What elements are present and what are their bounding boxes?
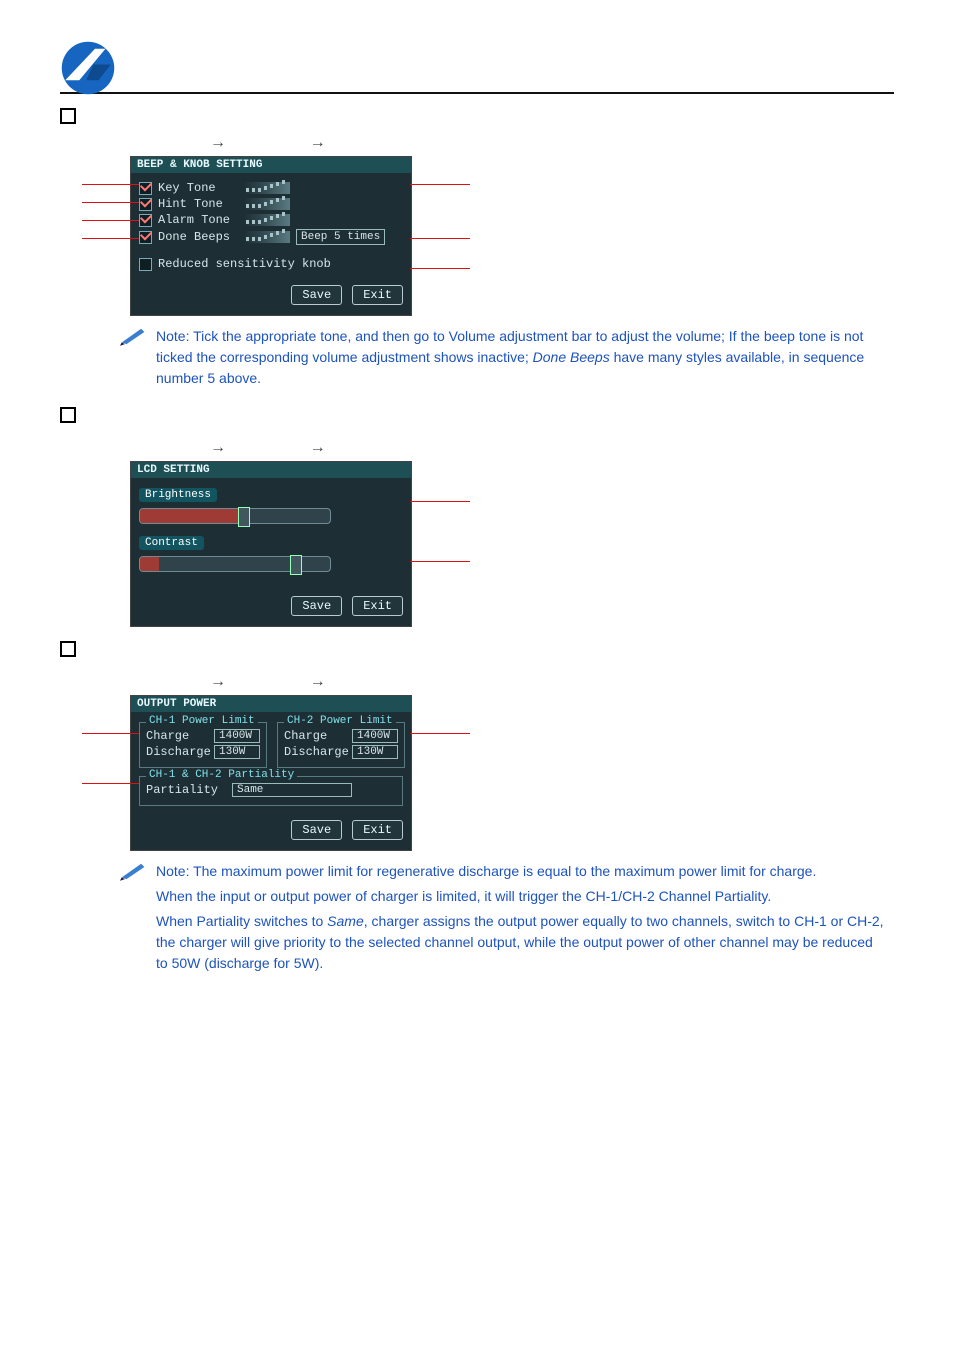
done-beeps-volume[interactable]: [244, 231, 290, 243]
save-button[interactable]: Save: [291, 285, 342, 305]
save-button[interactable]: Save: [291, 820, 342, 840]
partiality-legend: CH-1 & CH-2 Partiality: [146, 769, 297, 781]
key-tone-checkbox[interactable]: [139, 182, 152, 195]
reduced-sensitivity-checkbox[interactable]: [139, 258, 152, 271]
note-icon: [120, 326, 146, 346]
charge-label: Charge: [284, 729, 346, 743]
note-text: Note: The maximum power limit for regene…: [156, 861, 884, 974]
discharge-label: Discharge: [146, 745, 208, 759]
key-tone-label: Key Tone: [158, 181, 238, 195]
panel-title: BEEP & KNOB SETTING: [131, 157, 411, 173]
ch1-legend: CH-1 Power Limit: [146, 715, 258, 727]
hint-tone-checkbox[interactable]: [139, 198, 152, 211]
beep-knob-panel: BEEP & KNOB SETTING Key Tone Hint Tone A…: [130, 156, 412, 316]
alarm-tone-checkbox[interactable]: [139, 214, 152, 227]
lcd-setting-panel: LCD SETTING Brightness Contrast Save Exi…: [130, 461, 412, 627]
note-text: Note: Tick the appropriate tone, and the…: [156, 326, 884, 389]
brightness-label: Brightness: [139, 488, 217, 502]
done-beeps-value[interactable]: Beep 5 times: [296, 229, 385, 245]
note-icon: [120, 861, 146, 881]
save-button[interactable]: Save: [291, 596, 342, 616]
ch2-discharge-value[interactable]: 130W: [352, 745, 398, 759]
alarm-tone-label: Alarm Tone: [158, 213, 238, 227]
ch1-discharge-value[interactable]: 130W: [214, 745, 260, 759]
alarm-tone-volume[interactable]: [244, 214, 290, 226]
hint-tone-volume[interactable]: [244, 198, 290, 210]
ch2-power-limit-group: CH-2 Power Limit Charge 1400W Discharge …: [277, 722, 405, 768]
partiality-value[interactable]: Same: [232, 783, 352, 797]
breadcrumb: → →: [170, 134, 894, 152]
exit-button[interactable]: Exit: [352, 596, 403, 616]
section-bullet: [60, 641, 76, 657]
done-beeps-label: Done Beeps: [158, 230, 238, 244]
panel-title: OUTPUT POWER: [131, 696, 411, 712]
charge-label: Charge: [146, 729, 208, 743]
section-bullet: [60, 108, 76, 124]
exit-button[interactable]: Exit: [352, 285, 403, 305]
section-bullet: [60, 407, 76, 423]
breadcrumb: → →: [170, 673, 894, 691]
ch2-legend: CH-2 Power Limit: [284, 715, 396, 727]
breadcrumb: → →: [170, 439, 894, 457]
key-tone-volume[interactable]: [244, 182, 290, 194]
contrast-label: Contrast: [139, 536, 204, 550]
brightness-slider[interactable]: [139, 508, 331, 524]
exit-button[interactable]: Exit: [352, 820, 403, 840]
partiality-label: Partiality: [146, 783, 226, 797]
header-divider: [60, 92, 894, 94]
ch1-power-limit-group: CH-1 Power Limit Charge 1400W Discharge …: [139, 722, 267, 768]
hint-tone-label: Hint Tone: [158, 197, 238, 211]
discharge-label: Discharge: [284, 745, 346, 759]
reduced-sensitivity-label: Reduced sensitivity knob: [158, 257, 331, 271]
partiality-group: CH-1 & CH-2 Partiality Partiality Same: [139, 776, 403, 806]
output-power-panel: OUTPUT POWER CH-1 Power Limit Charge 140…: [130, 695, 412, 851]
brand-logo-icon: [60, 40, 116, 96]
panel-title: LCD SETTING: [131, 462, 411, 478]
ch2-charge-value[interactable]: 1400W: [352, 729, 398, 743]
contrast-slider[interactable]: [139, 556, 331, 572]
done-beeps-checkbox[interactable]: [139, 231, 152, 244]
ch1-charge-value[interactable]: 1400W: [214, 729, 260, 743]
